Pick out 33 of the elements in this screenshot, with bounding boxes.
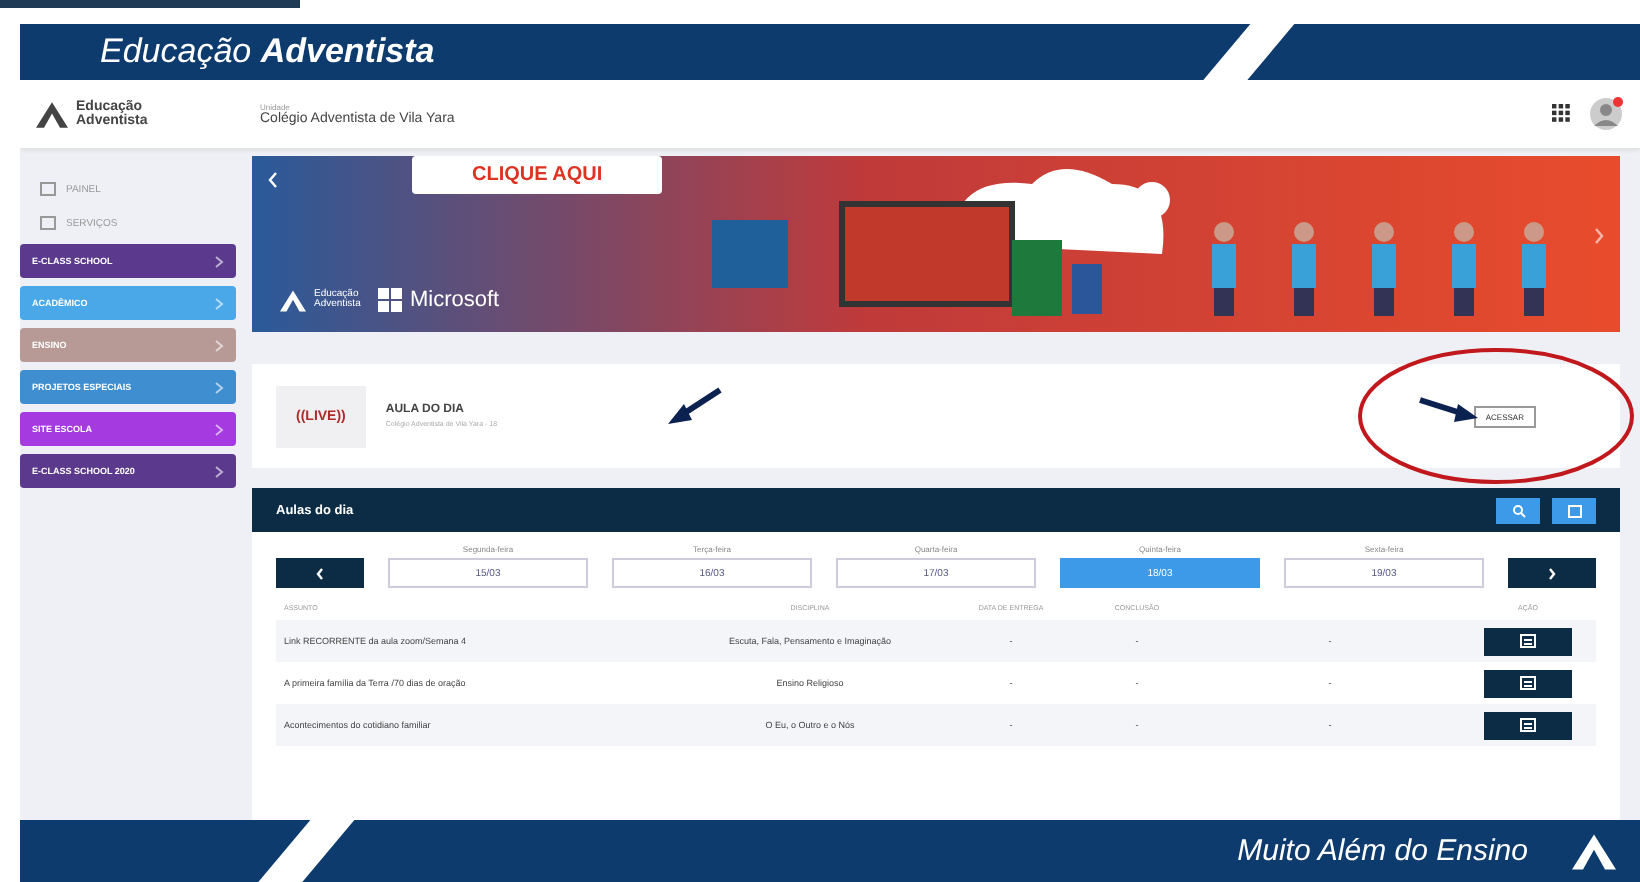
open-button[interactable] — [1484, 669, 1572, 697]
slide-tagline: Muito Além do Ensino — [1237, 834, 1528, 868]
document-icon — [1520, 634, 1536, 648]
document-icon — [1520, 718, 1536, 732]
calendar-button[interactable] — [1552, 497, 1596, 523]
menu-item-icon — [40, 182, 56, 196]
annotation-arrow — [668, 387, 722, 424]
cta-label[interactable]: CLIQUE AQUI — [412, 156, 663, 194]
logo-icon — [1572, 831, 1616, 871]
apps-grid-icon[interactable] — [1552, 104, 1572, 124]
calendar-icon — [1567, 503, 1581, 517]
open-button[interactable] — [1484, 627, 1572, 655]
chevron-left-icon — [316, 567, 324, 579]
chevron-icon — [214, 297, 224, 309]
menu-item-icon — [40, 216, 56, 230]
chevron-icon — [214, 381, 224, 393]
chevron-icon — [214, 339, 224, 351]
chevron-left-icon[interactable] — [268, 172, 278, 188]
open-button[interactable] — [1484, 711, 1572, 739]
search-button[interactable] — [1496, 497, 1540, 523]
windows-logo-icon — [378, 288, 402, 312]
logo-icon — [280, 289, 306, 311]
search-icon — [1511, 503, 1525, 517]
document-icon — [1520, 676, 1536, 690]
slide-title: Educação Adventista — [100, 32, 435, 72]
brand-text: Microsoft — [410, 288, 500, 312]
user-avatar-icon[interactable] — [1588, 96, 1624, 132]
logo-icon — [36, 101, 68, 127]
chevron-icon — [214, 255, 224, 267]
chevron-icon — [214, 465, 224, 477]
chevron-icon — [214, 423, 224, 435]
chevron-right-icon — [1548, 567, 1556, 579]
annotation-arrow — [1419, 397, 1478, 422]
